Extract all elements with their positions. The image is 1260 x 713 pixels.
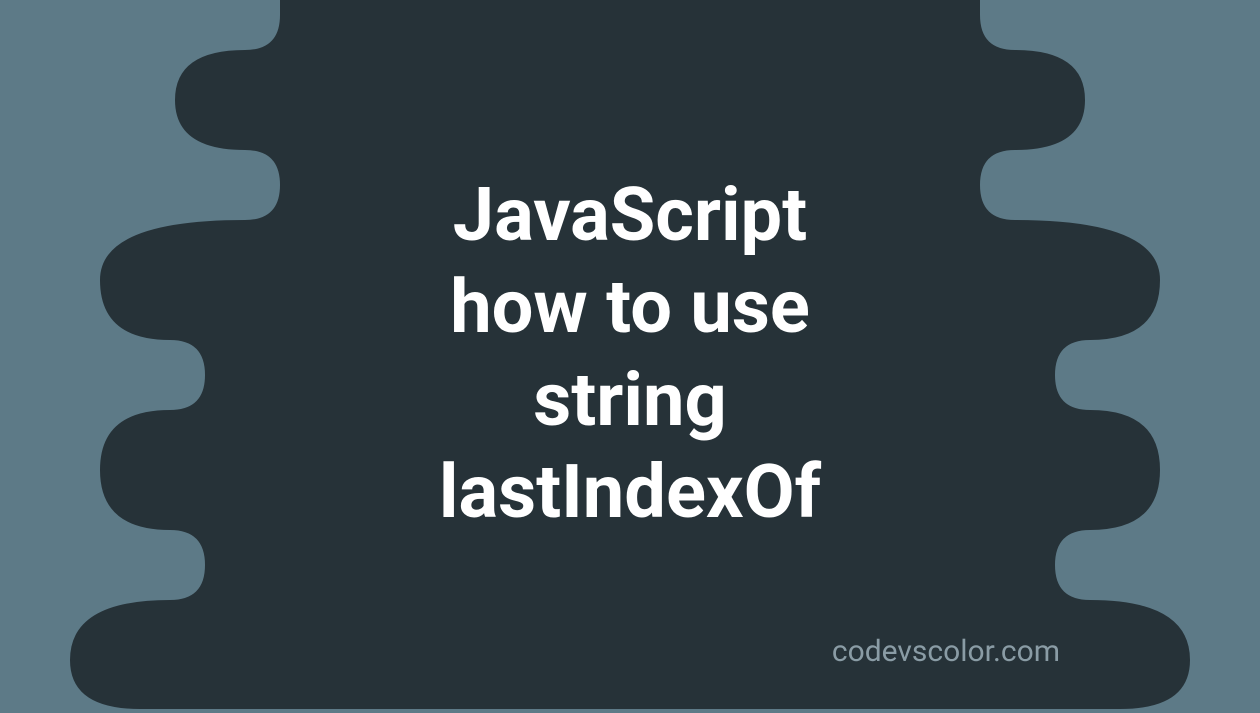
page-title: JavaScript how to use string lastIndexOf (439, 170, 821, 540)
watermark-text: codevscolor.com (832, 634, 1060, 669)
